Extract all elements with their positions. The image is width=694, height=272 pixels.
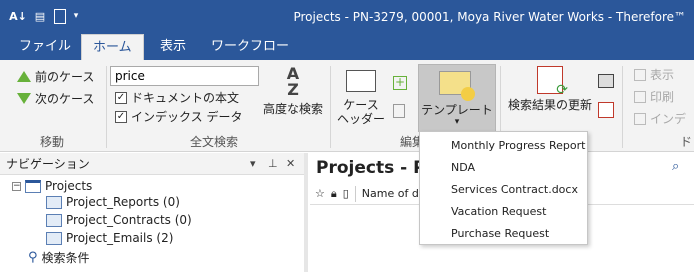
view-icon — [634, 68, 646, 81]
quick-access-toolbar: A↓ ▤ ▾ — [9, 8, 80, 24]
case-header-icon — [346, 70, 376, 92]
index-data-label: インデックス データ — [131, 110, 243, 124]
group-separator — [106, 66, 107, 148]
main-title: Projects - P — [316, 158, 426, 178]
checkbox-checked-icon: ✓ — [115, 110, 127, 123]
print-button[interactable]: 印刷 — [634, 88, 674, 105]
fulltext-search-input[interactable] — [110, 66, 259, 86]
tree-node-label: Project_Reports (0) — [66, 195, 180, 209]
folder-icon — [46, 213, 62, 227]
case-header-button[interactable]: ケース ヘッダー — [336, 70, 386, 126]
advanced-search-button[interactable]: AZ 高度な検索 — [262, 64, 324, 117]
template-label: テンプレート — [421, 103, 493, 117]
group-separator — [622, 66, 623, 148]
fulltext-group-label: 全文検索 — [190, 135, 239, 149]
arrow-down-icon — [17, 93, 31, 104]
show-label: 表示 — [650, 68, 675, 82]
pane-splitter[interactable] — [304, 153, 308, 272]
menu-item-nda[interactable]: NDA — [420, 157, 587, 179]
template-button[interactable]: テンプレート ▾ — [418, 64, 496, 132]
menu-item-services-contract[interactable]: Services Contract.docx — [420, 179, 587, 201]
lock-icon[interactable]: 🔒︎ — [331, 187, 337, 201]
tab-workflow[interactable]: ワークフロー — [200, 34, 300, 60]
tree-node-project-emails[interactable]: Project_Emails (2) — [46, 231, 173, 245]
sort-az-icon: AZ — [286, 64, 300, 99]
case-header-label: ケース — [343, 98, 379, 112]
add-icon[interactable]: + — [393, 76, 407, 90]
delete-document-icon[interactable] — [393, 104, 405, 118]
chevron-down-icon: ▾ — [454, 117, 460, 127]
prev-case-label: 前のケース — [35, 70, 95, 84]
folder-icon — [46, 231, 62, 245]
tree-node-label: Projects — [45, 179, 93, 193]
doc-body-checkbox[interactable]: ✓ ドキュメントの本文 — [115, 89, 239, 106]
new-document-icon[interactable] — [54, 8, 66, 24]
menu-item-vacation-request[interactable]: Vacation Request — [420, 201, 587, 223]
update-results-button[interactable]: ⟳ 検索結果の更新 — [506, 66, 594, 112]
name-column-header[interactable]: Name of d — [362, 187, 419, 200]
index-button[interactable]: インデ — [634, 110, 686, 127]
index-data-checkbox[interactable]: ✓ インデックス データ — [115, 108, 242, 125]
collapse-icon[interactable]: − — [12, 181, 21, 191]
window-title: Projects - PN-3279, 00001, Moya River Wa… — [293, 10, 686, 24]
navigation-tree: − Projects Project_Reports (0) Project_C… — [0, 175, 304, 272]
sort-az-icon[interactable]: A↓ — [9, 8, 27, 24]
printer-icon[interactable] — [598, 74, 614, 88]
refresh-results-icon: ⟳ — [537, 66, 568, 97]
print-icon — [634, 90, 646, 103]
advanced-search-label: 高度な検索 — [262, 102, 323, 116]
star-icon[interactable]: ☆ — [315, 187, 325, 200]
tab-file[interactable]: ファイル — [8, 34, 82, 60]
update-results-label: 検索結果の更新 — [507, 98, 592, 112]
pane-options-dropdown-icon[interactable]: ▾ — [250, 153, 256, 175]
ribbon: 前のケース 次のケース 移動 ✓ ドキュメントの本文 ✓ インデックス データ … — [0, 60, 694, 152]
group-separator — [330, 66, 331, 148]
column-separator — [354, 185, 356, 202]
search-icon[interactable]: ⌕ — [672, 159, 679, 174]
next-case-label: 次のケース — [35, 92, 95, 106]
tree-node-search-conditions[interactable]: ⚲ 検索条件 — [28, 249, 90, 266]
case-header-label-2: ヘッダー — [336, 112, 385, 126]
navigation-pane-header: ナビゲーション ▾ ⊥ ✕ — [0, 153, 304, 175]
pin-icon[interactable]: ⊥ — [268, 153, 278, 175]
tree-node-project-reports[interactable]: Project_Reports (0) — [46, 195, 180, 209]
view-group-label: ド — [680, 135, 693, 149]
arrow-up-icon — [17, 71, 31, 82]
folder-icon — [46, 195, 62, 209]
print-label: 印刷 — [650, 90, 675, 104]
next-case-button[interactable]: 次のケース — [17, 90, 94, 107]
title-bar: A↓ ▤ ▾ Projects - PN-3279, 00001, Moya R… — [0, 0, 694, 34]
prev-case-button[interactable]: 前のケース — [17, 68, 94, 85]
document-copy-icon[interactable] — [598, 102, 614, 118]
index-label: インデ — [650, 112, 687, 126]
tree-node-label: Project_Emails (2) — [66, 231, 174, 245]
tab-view[interactable]: 表示 — [149, 34, 197, 60]
search-icon: ⚲ — [28, 250, 38, 265]
navigation-title: ナビゲーション — [6, 157, 90, 171]
show-button[interactable]: 表示 — [634, 66, 674, 83]
index-icon — [634, 112, 646, 125]
template-dropdown-menu: Monthly Progress Report NDA Services Con… — [419, 131, 588, 245]
close-icon[interactable]: ✕ — [286, 153, 295, 175]
template-star-icon — [461, 87, 475, 101]
document-settings-icon[interactable]: ▤ — [32, 8, 48, 24]
tree-node-projects[interactable]: − Projects — [12, 179, 92, 193]
move-group-label: 移動 — [40, 135, 65, 149]
menu-item-monthly-progress-report[interactable]: Monthly Progress Report — [420, 135, 587, 157]
tree-node-label: Project_Contracts (0) — [66, 213, 192, 227]
checkbox-checked-icon: ✓ — [115, 91, 127, 104]
tree-node-project-contracts[interactable]: Project_Contracts (0) — [46, 213, 192, 227]
document-icon[interactable]: ▯ — [343, 187, 349, 200]
menu-item-purchase-request[interactable]: Purchase Request — [420, 223, 587, 245]
qat-customize-dropdown-icon[interactable]: ▾ — [72, 8, 80, 24]
ribbon-tabs: ファイル ホーム 表示 ワークフロー — [0, 34, 694, 60]
folder-icon — [25, 179, 41, 193]
tab-home[interactable]: ホーム — [81, 34, 144, 60]
tree-node-label: 検索条件 — [41, 251, 90, 265]
doc-body-label: ドキュメントの本文 — [131, 91, 240, 105]
